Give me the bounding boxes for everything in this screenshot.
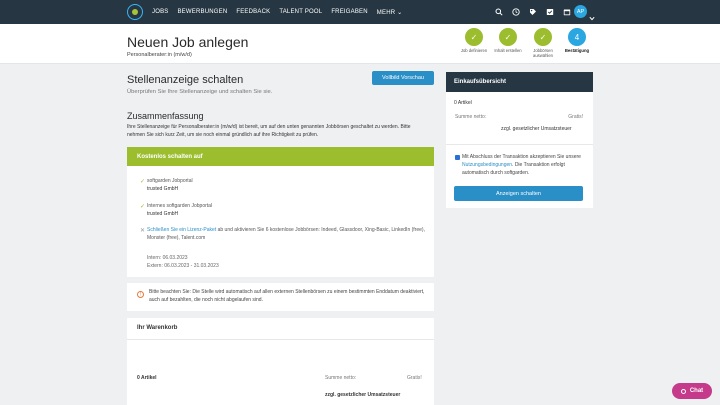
check-icon: ✓ xyxy=(140,179,146,185)
page-header: Neuen Job anlegen Personalberater:in (m/… xyxy=(0,24,720,64)
step-label: Inhalt erstellen xyxy=(494,48,522,53)
page-subtitle: Personalberater:in (m/w/d) xyxy=(127,52,192,58)
terms-link[interactable]: Nutzungsbedingungen xyxy=(462,162,512,168)
nav-links: JOBS BEWERBUNGEN FEEDBACK TALENT POOL FR… xyxy=(152,0,411,24)
step-label: Jobbörsen auswählen xyxy=(532,48,554,59)
terms-pre: Mit Abschluss der Transaktion akzeptiere… xyxy=(462,154,581,160)
nav-link-bewerbungen[interactable]: BEWERBUNGEN xyxy=(177,9,227,15)
inbox-icon[interactable] xyxy=(545,7,555,17)
summary-text: Ihre Stellenanzeige für Personalberater:… xyxy=(127,124,411,138)
jobboard-name: Internes softgarden Jobportal xyxy=(147,203,213,209)
publish-ads-button[interactable]: Anzeigen schalten xyxy=(454,186,583,201)
check-icon: ✓ xyxy=(534,28,552,46)
cart-netto-value: Gratis! xyxy=(407,375,422,381)
chat-button[interactable]: Chat xyxy=(672,383,712,399)
jobboard-company: trusted GmbH xyxy=(147,185,179,192)
step-label: Bestätigung xyxy=(564,48,590,53)
divider xyxy=(127,339,434,340)
avatar[interactable]: AP xyxy=(574,5,587,18)
intern-date: Intern: 06.03.2023 xyxy=(147,255,188,261)
license-info: ✕ Schließen Sie ein Lizenz-Paket ab und … xyxy=(140,227,425,242)
order-item-count: 0 Artikel xyxy=(454,100,472,106)
nav-link-feedback[interactable]: FEEDBACK xyxy=(236,9,270,15)
terms-checkbox[interactable] xyxy=(455,155,460,160)
nav-link-mehr-label: MEHR xyxy=(376,9,396,16)
jobboard-company: trusted GmbH xyxy=(147,210,179,217)
publish-dates: Intern: 06.03.2023 Extern: 06.03.2023 - … xyxy=(147,254,219,270)
close-icon: ✕ xyxy=(140,228,146,234)
deactivation-notice: ! Bitte beachten Sie: Die Stelle wird au… xyxy=(127,283,434,311)
order-netto-value: Gratis! xyxy=(568,114,583,120)
license-package-link[interactable]: Schließen Sie ein Lizenz-Paket xyxy=(147,227,216,233)
order-netto-label: Summe netto: xyxy=(455,114,487,120)
license-text: Schließen Sie ein Lizenz-Paket ab und ak… xyxy=(140,227,425,242)
step-job-definieren[interactable]: ✓ Job definieren xyxy=(460,28,488,53)
check-icon: ✓ xyxy=(140,204,146,210)
order-overview: Einkaufsübersicht 0 Artikel Summe netto:… xyxy=(446,72,593,208)
clock-icon[interactable] xyxy=(511,7,521,17)
tag-icon[interactable] xyxy=(528,7,538,17)
order-tax-note: zzgl. gesetzlicher Umsatzsteuer xyxy=(501,126,572,132)
nav-link-mehr[interactable]: MEHR ⌄ xyxy=(377,9,403,16)
step-jobboersen-auswaehlen[interactable]: ✓ Jobbörsen auswählen xyxy=(529,28,557,59)
nav-link-freigaben[interactable]: FREIGABEN xyxy=(331,9,367,15)
cart-item-count: 0 Artikel xyxy=(137,375,157,381)
terms-text: Mit Abschluss der Transaktion akzeptiere… xyxy=(462,154,587,177)
summary-title: Zusammenfassung xyxy=(127,111,204,121)
nav-icons xyxy=(487,0,572,24)
section-title: Stellenanzeige schalten xyxy=(127,74,244,86)
free-publish-header: Kostenlos schalten auf xyxy=(127,147,434,166)
chat-icon xyxy=(680,388,686,394)
check-icon: ✓ xyxy=(465,28,483,46)
info-icon: ! xyxy=(137,291,144,298)
step-bestaetigung[interactable]: 4 Bestätigung xyxy=(563,28,591,53)
jobboard-item: ✓ softgarden Jobportal trusted GmbH xyxy=(140,178,193,193)
logo-mark xyxy=(132,9,138,15)
notice-text: Bitte beachten Sie: Die Stelle wird auto… xyxy=(149,289,425,303)
cart-title: Ihr Warenkorb xyxy=(137,325,178,331)
nav-link-talent-pool[interactable]: TALENT POOL xyxy=(279,9,322,15)
calendar-icon[interactable] xyxy=(562,7,572,17)
top-nav: JOBS BEWERBUNGEN FEEDBACK TALENT POOL FR… xyxy=(0,0,720,24)
free-publish-box: Kostenlos schalten auf ✓ softgarden Jobp… xyxy=(127,147,434,277)
step-inhalt-erstellen[interactable]: ✓ Inhalt erstellen xyxy=(494,28,522,53)
jobboard-item: ✓ Internes softgarden Jobportal trusted … xyxy=(140,203,212,218)
divider xyxy=(446,144,593,145)
chevron-down-icon: ⌄ xyxy=(397,9,403,16)
search-icon[interactable] xyxy=(494,7,504,17)
section-subtitle: Überprüfen Sie Ihre Stellenanzeige und s… xyxy=(127,89,273,95)
page-title: Neuen Job anlegen xyxy=(127,34,249,50)
extern-date: Extern: 06.03.2023 - 31.03.2023 xyxy=(147,263,219,269)
chat-label: Chat xyxy=(689,388,704,394)
cart-tax-note: zzgl. gesetzlicher Umsatzsteuer xyxy=(325,392,401,398)
step-label: Job definieren xyxy=(460,48,488,53)
check-icon: ✓ xyxy=(499,28,517,46)
fullscreen-preview-button[interactable]: Vollbild Vorschau xyxy=(372,71,434,85)
jobboard-name: softgarden Jobportal xyxy=(147,178,193,184)
logo[interactable] xyxy=(127,4,143,20)
nav-link-jobs[interactable]: JOBS xyxy=(152,9,168,15)
cart-netto-label: Summe netto: xyxy=(325,375,357,381)
step-number: 4 xyxy=(568,28,586,46)
shopping-cart: Ihr Warenkorb 0 Artikel Summe netto: Gra… xyxy=(127,318,434,405)
order-overview-title: Einkaufsübersicht xyxy=(446,72,593,92)
